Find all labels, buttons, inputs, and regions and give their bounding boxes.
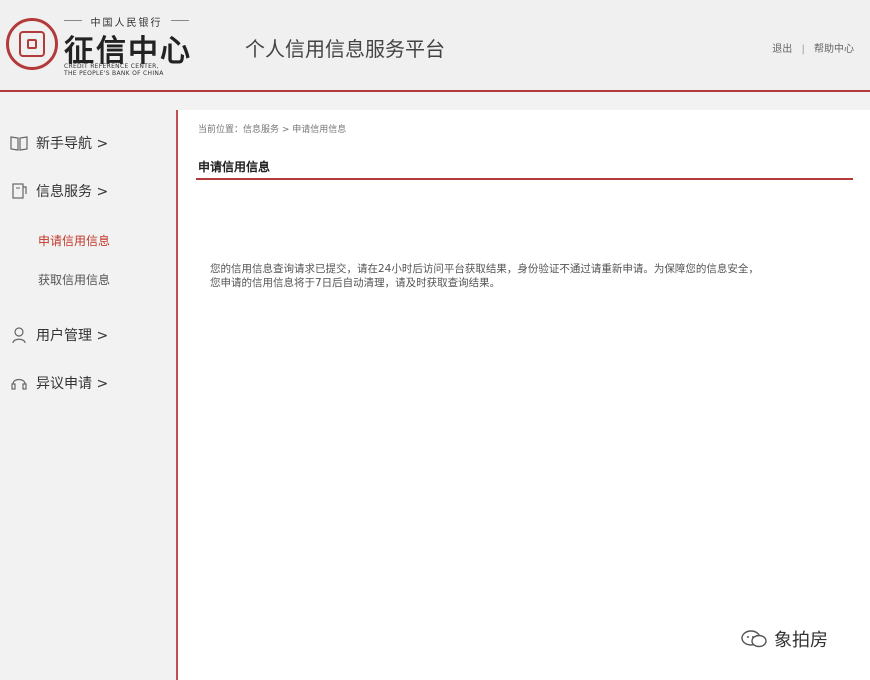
top-links: 退出 | 帮助中心: [772, 40, 854, 55]
help-center-link[interactable]: 帮助中心: [814, 44, 854, 55]
watermark: 象拍房: [740, 626, 828, 652]
sidebar-item-user-management[interactable]: 用户管理 >: [0, 320, 108, 350]
sidebar-item-label: 信息服务 >: [36, 184, 109, 200]
main-content: 当前位置：信息服务 > 申请信用信息 申请信用信息 您的信用信息查询请求已提交，…: [176, 110, 870, 680]
sidebar-subitem-apply-credit-info[interactable]: 申请信用信息: [38, 232, 110, 249]
user-icon: [10, 326, 28, 344]
headset-icon: [10, 374, 28, 392]
section-divider: [196, 178, 853, 180]
link-separator: |: [801, 44, 805, 55]
watermark-text: 象拍房: [774, 630, 828, 651]
status-message: 您的信用信息查询请求已提交，请在24小时后访问平台获取结果，身份验证不通过请重新…: [210, 262, 850, 290]
section-title: 申请信用信息: [198, 160, 271, 174]
logo-name-en-2: THE PEOPLE'S BANK OF CHINA: [64, 70, 164, 77]
sidebar-item-label: 用户管理 >: [36, 328, 109, 344]
document-icon: [10, 182, 28, 200]
site-header: 中国人民银行 征信中心 CREDIT REFERENCE CENTER, THE…: [0, 0, 870, 92]
sidebar-item-label: 新手导航 >: [36, 136, 109, 152]
wechat-icon: [741, 630, 767, 648]
sidebar-item-label: 异议申请 >: [36, 376, 109, 392]
book-icon: [10, 134, 28, 152]
seal-icon: [6, 18, 58, 70]
logout-link[interactable]: 退出: [772, 44, 792, 55]
sidebar-subitem-get-credit-info[interactable]: 获取信用信息: [38, 271, 110, 288]
sidebar: 新手导航 > 信息服务 > 申请信用信息 获取信用信息 用户管理 > 异议申请 …: [0, 100, 172, 680]
credit-reference-center-logo[interactable]: 中国人民银行 征信中心 CREDIT REFERENCE CENTER, THE…: [6, 12, 196, 82]
status-message-line-1: 您的信用信息查询请求已提交，请在24小时后访问平台获取结果，身份验证不通过请重新…: [210, 263, 759, 275]
sidebar-item-objection[interactable]: 异议申请 >: [0, 368, 108, 398]
platform-title: 个人信用信息服务平台: [245, 37, 445, 61]
sidebar-item-info-service[interactable]: 信息服务 >: [0, 176, 108, 206]
status-message-line-2: 您申请的信用信息将于7日后自动清理，请及时获取查询结果。: [210, 277, 501, 289]
sidebar-item-beginner-guide[interactable]: 新手导航 >: [0, 128, 108, 158]
logo-name-en-1: CREDIT REFERENCE CENTER,: [64, 63, 159, 70]
breadcrumb: 当前位置：信息服务 > 申请信用信息: [198, 125, 347, 135]
